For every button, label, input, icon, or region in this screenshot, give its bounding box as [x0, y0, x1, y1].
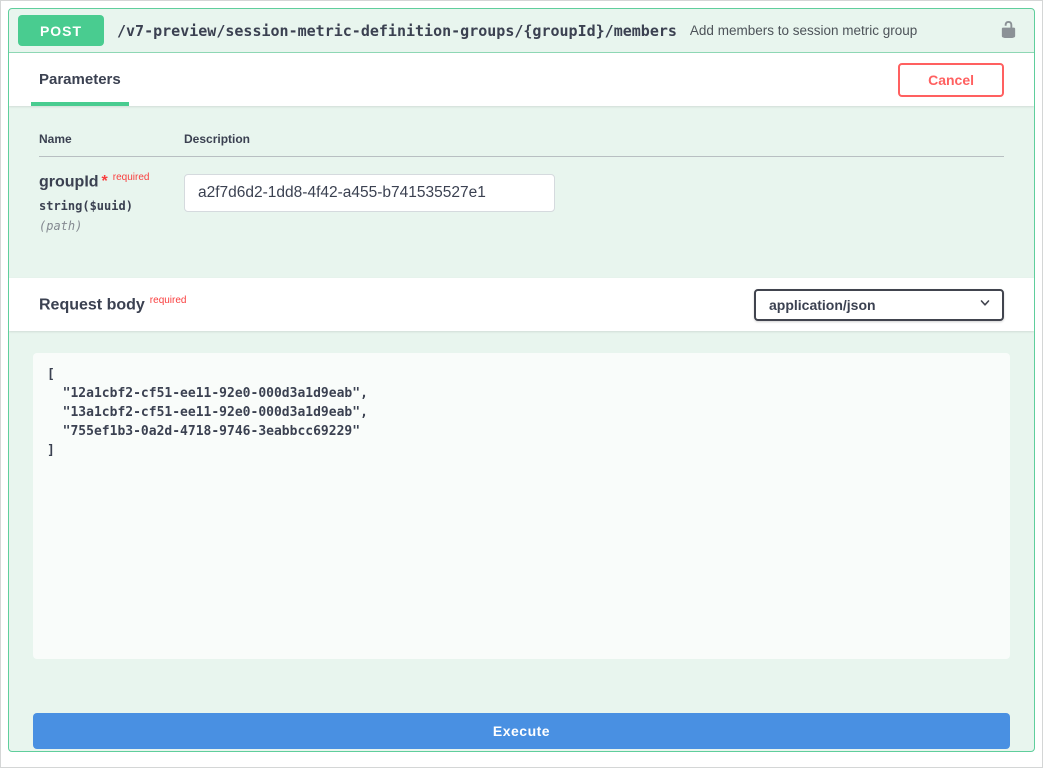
request-body-header: Request body required application/json	[9, 278, 1034, 331]
required-asterisk: *	[102, 173, 108, 190]
endpoint-path: /v7-preview/session-metric-definition-gr…	[117, 22, 677, 40]
section-tab-bar: Parameters Cancel	[9, 53, 1034, 106]
request-body-editor: [ "12a1cbf2-cf51-ee11-92e0-000d3a1d9eab"…	[9, 331, 1034, 659]
endpoint-summary: Add members to session metric group	[690, 23, 984, 38]
content-type-select[interactable]: application/json	[754, 289, 1004, 321]
execute-button[interactable]: Execute	[33, 713, 1010, 749]
tab-parameters-label: Parameters	[39, 71, 121, 88]
parameter-type: string($uuid)	[39, 199, 184, 213]
tab-parameters[interactable]: Parameters	[31, 53, 129, 106]
request-body-textarea[interactable]: [ "12a1cbf2-cf51-ee11-92e0-000d3a1d9eab"…	[33, 353, 1010, 659]
execute-row: Execute	[9, 713, 1034, 749]
cancel-button[interactable]: Cancel	[898, 63, 1004, 97]
parameter-name-cell: groupId* required string($uuid) (path)	[39, 172, 184, 233]
request-body-label: Request body	[39, 296, 145, 313]
request-body-title: Request body required	[39, 295, 187, 314]
swagger-operation-panel: POST /v7-preview/session-metric-definiti…	[0, 0, 1043, 768]
column-header-name: Name	[39, 132, 184, 146]
auth-lock-button[interactable]	[997, 18, 1020, 44]
unlocked-padlock-icon	[999, 20, 1018, 42]
post-method-badge: POST	[18, 15, 104, 46]
parameters-table: Name Description groupId* required string…	[9, 106, 1034, 278]
parameter-name-text: groupId	[39, 173, 99, 190]
parameter-name: groupId* required	[39, 172, 184, 191]
parameter-description-cell	[184, 172, 1004, 233]
opblock-post: POST /v7-preview/session-metric-definiti…	[8, 8, 1035, 752]
parameters-table-header: Name Description	[39, 132, 1004, 157]
required-label: required	[113, 172, 150, 183]
column-header-description: Description	[184, 132, 1004, 146]
parameter-row: groupId* required string($uuid) (path)	[39, 157, 1004, 233]
content-type-value: application/json	[769, 297, 876, 313]
operation-summary[interactable]: POST /v7-preview/session-metric-definiti…	[9, 9, 1034, 53]
request-body-required-label: required	[150, 295, 187, 306]
chevron-down-icon	[978, 296, 992, 313]
groupid-input[interactable]	[184, 174, 555, 212]
parameter-location: (path)	[39, 219, 184, 233]
